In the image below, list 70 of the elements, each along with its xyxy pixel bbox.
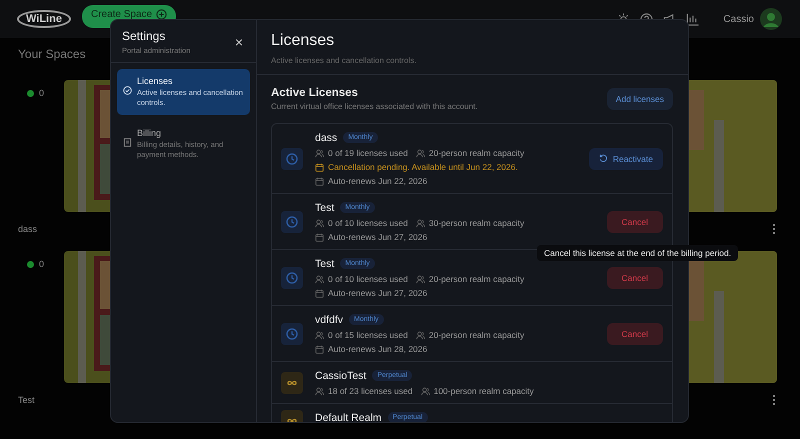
- renewal-date: Auto-renews Jun 27, 2026: [328, 288, 428, 299]
- renewal-date: Auto-renews Jun 27, 2026: [328, 232, 428, 243]
- capacity-text: 20-person realm capacity: [428, 148, 524, 159]
- renewal-date: Auto-renews Jun 28, 2026: [328, 344, 428, 355]
- license-name: Test: [315, 258, 334, 270]
- capacity-text: 100-person realm capacity: [434, 386, 534, 397]
- check-circle-icon: [123, 86, 132, 95]
- add-licenses-button[interactable]: Add licenses: [606, 88, 673, 110]
- users-icon: [315, 149, 324, 158]
- users-icon: [420, 387, 430, 396]
- clock-icon: [281, 322, 303, 344]
- users-icon: [416, 219, 425, 228]
- calendar-icon: [315, 345, 324, 354]
- license-name: vdfdfv: [315, 314, 344, 326]
- license-name: CassioTest: [315, 370, 366, 382]
- online-count: 0: [39, 88, 44, 98]
- users-icon: [315, 275, 324, 284]
- license-name: dass: [315, 132, 338, 144]
- usage-text: 0 of 10 licenses used: [328, 274, 408, 285]
- calendar-icon: [315, 163, 324, 172]
- users-icon: [315, 219, 324, 228]
- receipt-icon: [123, 138, 132, 147]
- dialog-title: Settings: [122, 29, 166, 43]
- capacity-text: 20-person realm capacity: [428, 274, 524, 285]
- calendar-icon: [315, 177, 324, 186]
- page-title: Your Spaces: [18, 46, 86, 63]
- usage-text: 18 of 23 licenses used: [328, 386, 413, 397]
- online-dot: [27, 261, 34, 268]
- users-icon: [416, 331, 425, 340]
- cancel-button[interactable]: Cancel: [606, 322, 663, 344]
- users-icon: [416, 149, 425, 158]
- capacity-text: 30-person realm capacity: [428, 218, 524, 229]
- space-name[interactable]: dass: [18, 224, 38, 234]
- clock-icon: [281, 210, 303, 232]
- calendar-icon: [315, 233, 324, 242]
- tooltip: Cancel this license at the end of the billing period.: [537, 245, 738, 261]
- avatar[interactable]: [760, 8, 782, 30]
- cancellation-notice: Cancellation pending. Available until Jun 22, 2026.: [328, 162, 518, 173]
- users-icon: [416, 275, 425, 284]
- cancel-button[interactable]: Cancel: [606, 266, 663, 288]
- space-name[interactable]: Test: [18, 395, 35, 405]
- online-dot: [27, 90, 34, 97]
- clock-icon: [281, 148, 303, 170]
- online-count: 0: [39, 259, 44, 269]
- more-icon[interactable]: [772, 394, 776, 406]
- usage-text: 0 of 15 licenses used: [328, 330, 408, 341]
- usage-text: 0 of 19 licenses used: [328, 148, 408, 159]
- usage-text: 0 of 10 licenses used: [328, 218, 408, 229]
- reactivate-button[interactable]: Reactivate: [588, 148, 663, 170]
- chart-icon[interactable]: [686, 12, 700, 26]
- logo[interactable]: WiLine: [17, 10, 71, 28]
- refresh-icon: [598, 154, 608, 163]
- clock-icon: [281, 266, 303, 288]
- cancel-button[interactable]: Cancel: [606, 210, 663, 232]
- users-icon: [315, 387, 324, 396]
- license-name: Test: [315, 202, 334, 214]
- user-name: Cassio: [723, 14, 754, 24]
- infinity-icon: [281, 372, 303, 394]
- list-heading: Active Licenses: [271, 87, 359, 99]
- plus-icon: [156, 8, 168, 20]
- calendar-icon: [315, 289, 324, 298]
- more-icon[interactable]: [772, 223, 776, 235]
- list-description: Current virtual office licenses associated with this account.: [271, 102, 478, 111]
- section-description: Active licenses and cancellation controls.: [271, 56, 418, 65]
- license-name: Default Realm: [315, 412, 382, 422]
- close-button[interactable]: ×: [232, 34, 246, 50]
- section-heading: Licenses: [271, 32, 336, 50]
- users-icon: [315, 331, 324, 340]
- renewal-date: Auto-renews Jun 22, 2026: [328, 176, 428, 187]
- capacity-text: 20-person realm capacity: [428, 330, 524, 341]
